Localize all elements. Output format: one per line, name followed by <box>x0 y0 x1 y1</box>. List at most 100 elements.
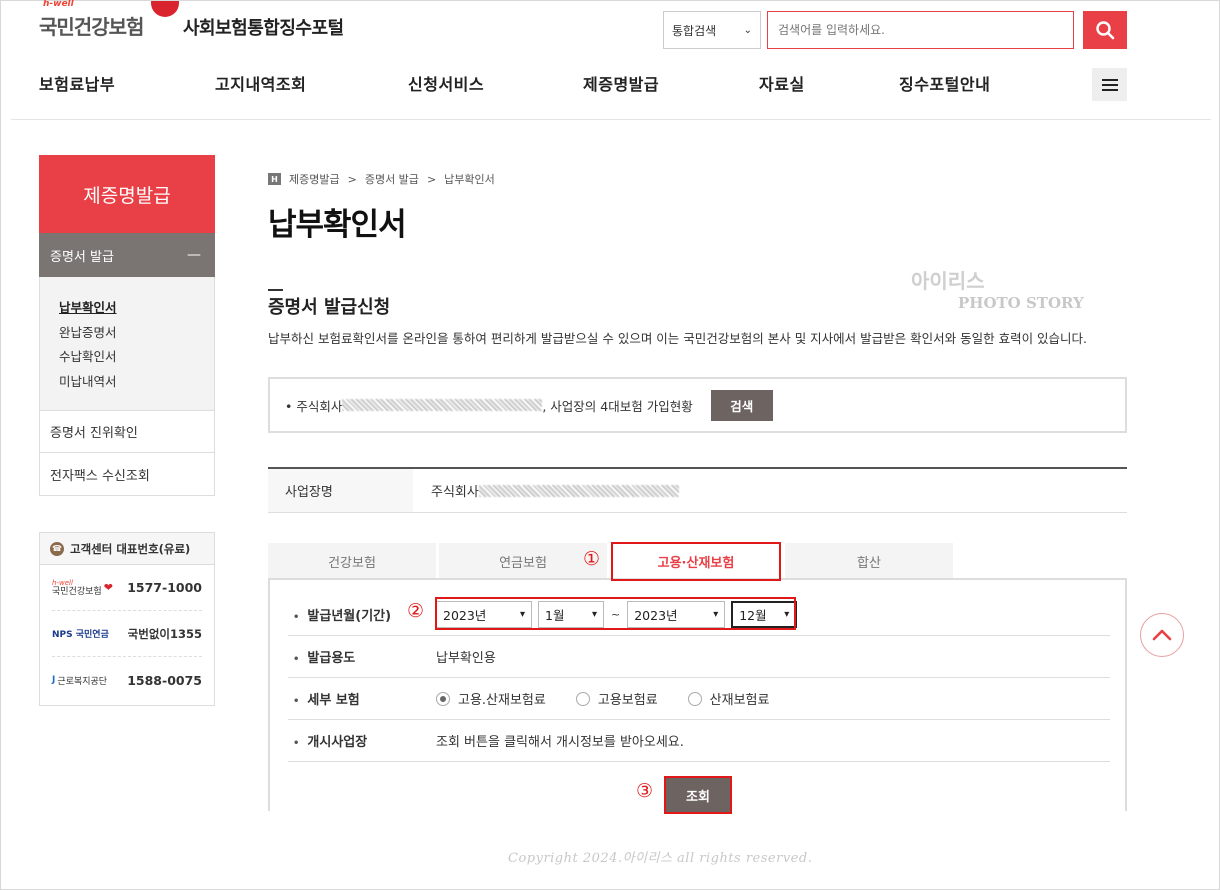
search-icon <box>1096 21 1115 40</box>
annotation-box-period <box>435 597 796 630</box>
cs-number: 1588-0075 <box>127 672 202 688</box>
scroll-top-button[interactable] <box>1140 613 1184 657</box>
sidebar-item-unpaid[interactable]: 미납내역서 <box>59 371 214 396</box>
sidebar-section-label: 증명서 발급 <box>50 249 114 265</box>
section-title: 증명서 발급신청 <box>268 297 391 318</box>
brand-tag: h-well <box>43 0 74 9</box>
sidebar-item-verify[interactable]: 증명서 진위확인 <box>39 410 215 453</box>
sidebar-title: 제증명발급 <box>39 155 215 233</box>
watermark-logo: 아이리스 <box>911 269 985 293</box>
breadcrumb-separator: > <box>347 172 357 186</box>
purpose-value: 납부확인용 <box>436 651 496 666</box>
nhis-logo: h-well 국민건강보험 ❤ <box>52 579 113 597</box>
comwel-icon: J <box>52 675 56 685</box>
business-table: 사업장명 주식회사 <box>268 467 1127 513</box>
company-search-button[interactable]: 검색 <box>710 389 773 421</box>
menu-button[interactable] <box>1092 68 1127 101</box>
watermark-text: PHOTO STORY <box>958 294 1084 312</box>
gnb-item-library[interactable]: 자료실 <box>759 71 805 95</box>
gnb-item-notice[interactable]: 고지내역조회 <box>215 71 306 95</box>
sidebar-item-full-payment[interactable]: 완납증명서 <box>59 322 214 347</box>
radio-dot <box>575 691 590 706</box>
form-row-detail: 세부 보험 고용.산재보험료 고용보험료 산재보험료 <box>288 678 1110 720</box>
section-marker <box>268 289 283 291</box>
home-icon[interactable]: H <box>268 173 281 185</box>
phone-icon: ☎ <box>50 541 64 556</box>
business-value: 주식회사 <box>413 469 679 512</box>
sidebar-item-payment-confirmation[interactable]: 납부확인서 <box>59 297 214 322</box>
hamburger-icon <box>1101 78 1118 91</box>
customer-center-box: ☎ 고객센터 대표번호(유료) h-well 국민건강보험 ❤ 1577-1000 … <box>39 532 215 706</box>
site-label: 개시사업장 <box>288 731 436 750</box>
breadcrumb-item[interactable]: 납부확인서 <box>444 171 495 187</box>
query-button[interactable]: 조회 <box>664 776 732 814</box>
gnb-item-portal-guide[interactable]: 징수포털안내 <box>899 71 990 95</box>
nps-logo: NPS 국민연금 <box>52 630 109 640</box>
cs-row-nhis: h-well 국민건강보험 ❤ 1577-1000 <box>52 565 202 611</box>
company-status-box: • 주식회사 , 사업장의 4대보험 가입현황 검색 <box>268 377 1127 433</box>
form-row-site: 개시사업장 조회 버튼을 클릭해서 개시정보를 받아오세요. <box>288 720 1110 762</box>
annotation-number-1: ① <box>583 548 601 570</box>
customer-center-header: ☎ 고객센터 대표번호(유료) <box>40 533 214 565</box>
brand-logo[interactable]: h-well 국민건강보험 <box>39 0 179 40</box>
detail-label: 세부 보험 <box>288 689 436 708</box>
redacted-name <box>478 484 679 497</box>
page-title: 납부확인서 <box>268 207 407 243</box>
company-status-prefix: • 주식회사 <box>285 398 343 414</box>
cs-number: 1577-1000 <box>127 580 202 595</box>
search-scope-select[interactable]: 통합검색 ⌄ <box>663 11 761 49</box>
brand-name: 국민건강보험 <box>39 15 144 39</box>
sidebar-item-receipt[interactable]: 수납확인서 <box>59 346 214 371</box>
redacted-name <box>342 399 543 411</box>
gnb-item-certificate[interactable]: 제증명발급 <box>583 71 659 95</box>
breadcrumb-item[interactable]: 제증명발급 <box>289 171 340 187</box>
tab-health[interactable]: 건강보험 <box>268 543 436 579</box>
search-button[interactable] <box>1083 11 1127 49</box>
business-label: 사업장명 <box>268 469 413 512</box>
form-row-purpose: 발급용도 납부확인용 <box>288 636 1110 678</box>
comwel-logo-text: 근로복지공단 <box>57 676 108 687</box>
search-input[interactable] <box>767 11 1074 49</box>
sidebar-sublist: 납부확인서 완납증명서 수납확인서 미납내역서 <box>39 277 215 411</box>
collapse-icon: — <box>187 247 201 263</box>
annotation-box-tab <box>611 542 781 581</box>
portal-title[interactable]: 사회보험통합징수포털 <box>183 14 344 40</box>
section-description: 납부하신 보험료확인서를 온라인을 통하여 편리하게 발급받으실 수 있으며 이… <box>268 331 1088 346</box>
sidebar-section-toggle[interactable]: 증명서 발급 — <box>39 233 215 277</box>
company-status-suffix: , 사업장의 4대보험 가입현황 <box>542 398 693 414</box>
radio-industrial[interactable]: 산재보험료 <box>687 689 770 708</box>
heart-icon: ❤ <box>103 581 113 594</box>
comwel-logo: J 근로복지공단 <box>52 674 107 687</box>
radio-employment[interactable]: 고용보험료 <box>575 689 658 708</box>
radio-dot-selected <box>436 691 450 706</box>
site-value: 조회 버튼을 클릭해서 개시정보를 받아오세요. <box>436 735 684 750</box>
annotation-number-3: ③ <box>636 780 654 802</box>
breadcrumb: H 제증명발급 > 증명서 발급 > 납부확인서 <box>268 171 495 187</box>
cs-row-nps: NPS 국민연금 국번없이1355 <box>52 611 202 657</box>
radio-label: 산재보험료 <box>709 693 770 708</box>
chevron-down-icon: ⌄ <box>743 24 752 36</box>
header-divider <box>11 119 1211 120</box>
cs-number: 국번없이1355 <box>127 626 202 641</box>
radio-dot <box>687 691 702 706</box>
cs-row-comwel: J 근로복지공단 1588-0075 <box>52 657 202 703</box>
breadcrumb-item[interactable]: 증명서 발급 <box>365 171 419 187</box>
chevron-up-icon <box>1152 629 1172 641</box>
heart-icon <box>151 1 179 17</box>
sidebar-item-efax[interactable]: 전자팩스 수신조회 <box>39 453 215 496</box>
copyright-text: Copyright 2024.아이리스 all rights reserved. <box>508 851 813 866</box>
radio-employment-industrial[interactable]: 고용.산재보험료 <box>436 689 546 708</box>
gnb-item-payment[interactable]: 보험료납부 <box>39 71 115 95</box>
gnb-item-application[interactable]: 신청서비스 <box>408 71 484 95</box>
purpose-label: 발급용도 <box>288 647 436 666</box>
business-value-prefix: 주식회사 <box>431 485 479 500</box>
nhis-logo-text: 국민건강보험 <box>52 586 102 597</box>
customer-center-title: 고객센터 대표번호(유료) <box>70 541 191 556</box>
breadcrumb-separator: > <box>426 172 437 186</box>
radio-label: 고용.산재보험료 <box>458 693 546 708</box>
radio-label: 고용보험료 <box>597 693 658 708</box>
tab-combined[interactable]: 합산 <box>785 543 953 579</box>
search-scope-value: 통합검색 <box>672 23 717 38</box>
tab-pension[interactable]: 연금보험 <box>439 543 607 579</box>
annotation-number-2: ② <box>407 600 425 622</box>
